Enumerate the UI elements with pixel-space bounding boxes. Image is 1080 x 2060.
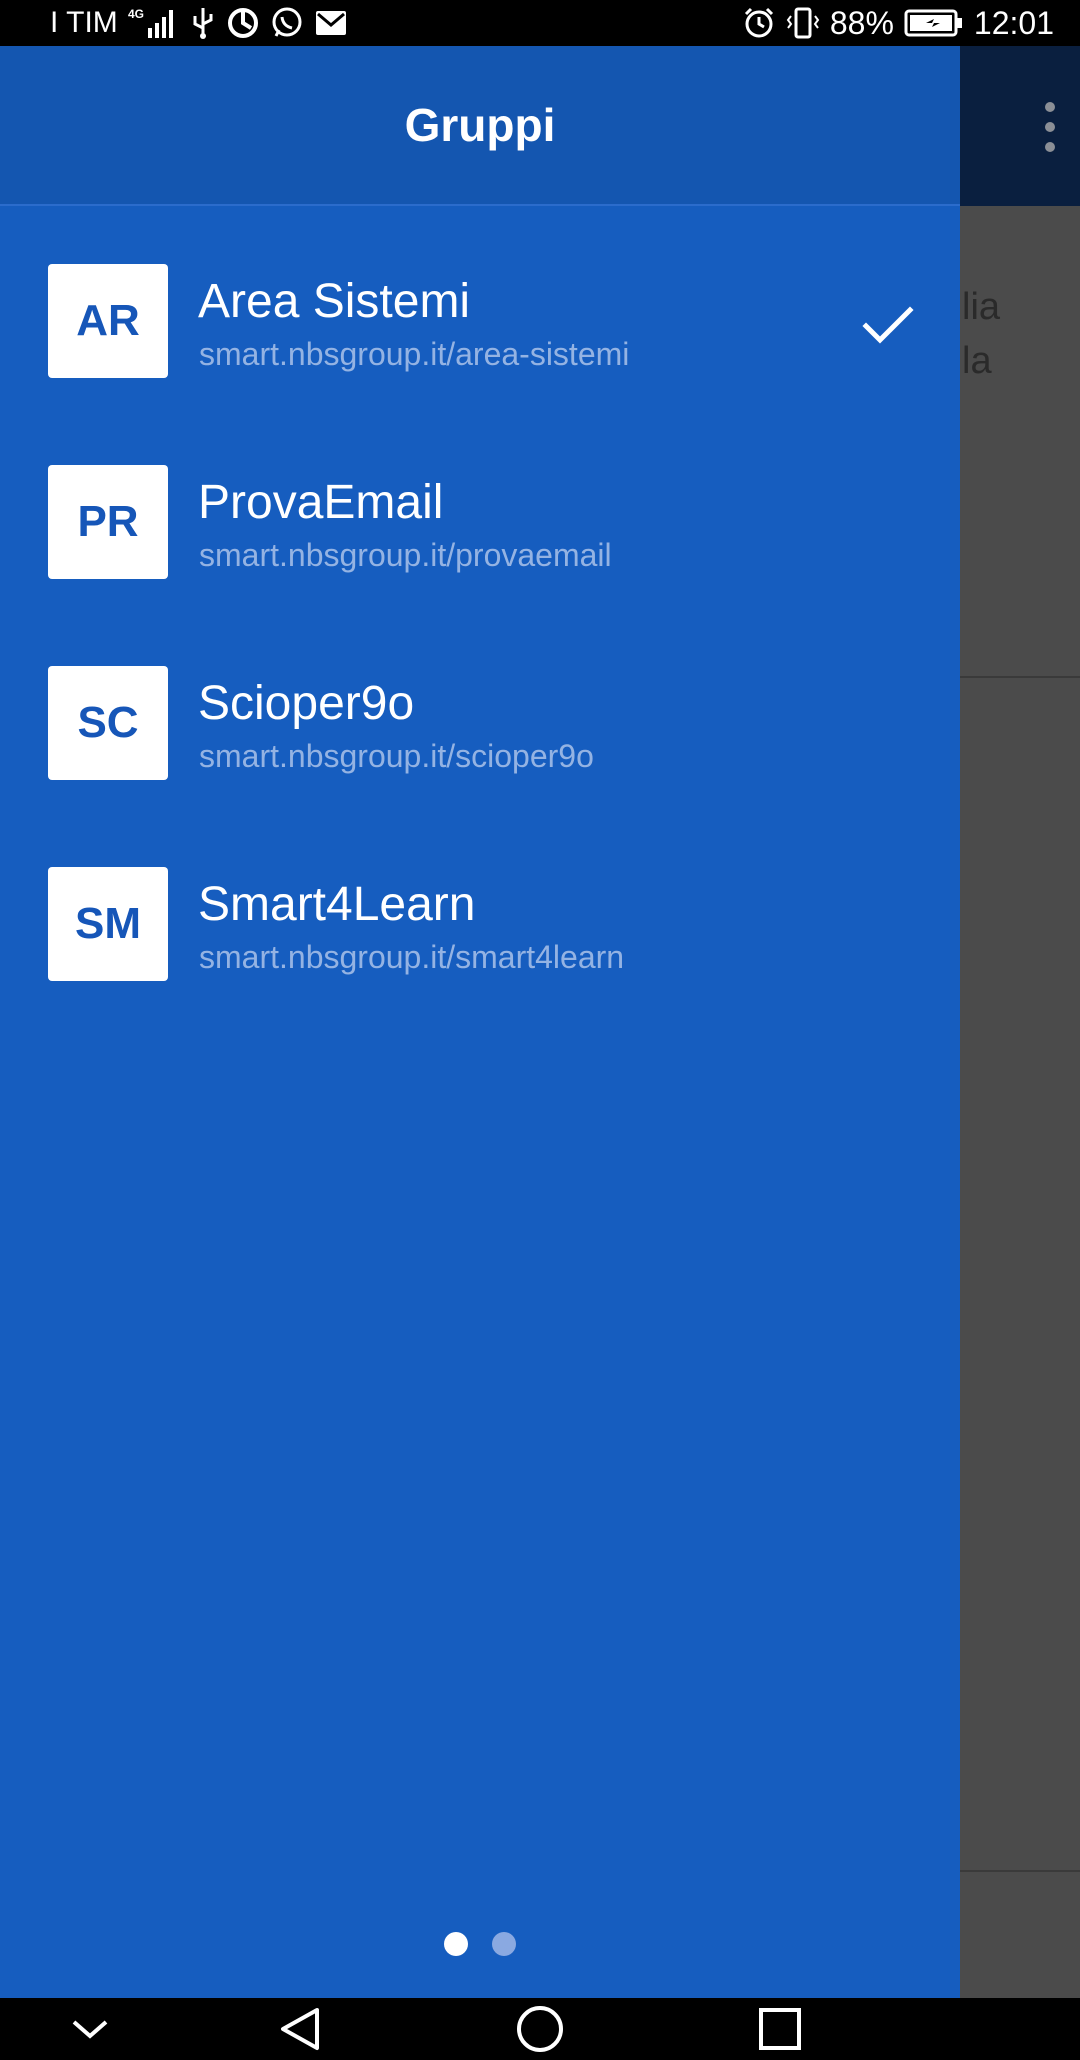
vibrate-icon — [786, 5, 820, 41]
group-item-smart4learn[interactable]: SM Smart4Learn smart.nbsgroup.it/smart4l… — [0, 809, 960, 1010]
drawer-header: Gruppi — [0, 46, 960, 206]
usb-icon — [190, 5, 216, 41]
collapse-icon[interactable] — [64, 2006, 116, 2052]
group-avatar: AR — [48, 264, 168, 378]
page-dot[interactable] — [492, 1932, 516, 1956]
clock: 12:01 — [973, 4, 1054, 41]
home-icon[interactable] — [514, 2006, 566, 2052]
group-name: Smart4Learn — [198, 878, 476, 931]
group-item-area-sistemi[interactable]: AR Area Sistemi smart.nbsgroup.it/area-s… — [0, 206, 960, 407]
group-list: AR Area Sistemi smart.nbsgroup.it/area-s… — [0, 206, 960, 1010]
carrier-label: I TIM — [50, 6, 118, 39]
group-avatar: PR — [48, 465, 168, 579]
group-avatar: SM — [48, 867, 168, 981]
mail-icon — [314, 5, 348, 41]
group-item-scioper9o[interactable]: SC Scioper9o smart.nbsgroup.it/scioper9o — [0, 608, 960, 809]
navigation-bar — [0, 1998, 1080, 2060]
groups-drawer: Gruppi AR Area Sistemi smart.nbsgroup.it… — [0, 46, 960, 1998]
group-name: Area Sistemi — [198, 275, 471, 328]
group-name: Scioper9o — [198, 677, 415, 730]
page-dot-active[interactable] — [444, 1932, 468, 1956]
group-url: smart.nbsgroup.it/smart4learn — [199, 939, 625, 975]
group-url: smart.nbsgroup.it/area-sistemi — [199, 336, 630, 372]
alarm-icon — [742, 5, 776, 41]
background-text: lia la — [962, 280, 1080, 388]
battery-icon — [904, 5, 964, 41]
sync-icon — [226, 5, 260, 41]
whatsapp-icon — [270, 5, 304, 41]
overflow-menu-icon[interactable] — [1038, 102, 1062, 152]
group-avatar: SC — [48, 666, 168, 780]
group-url: smart.nbsgroup.it/scioper9o — [199, 738, 594, 774]
group-name: ProvaEmail — [198, 476, 444, 529]
group-item-provaemail[interactable]: PR ProvaEmail smart.nbsgroup.it/provaema… — [0, 407, 960, 608]
back-icon[interactable] — [274, 2006, 326, 2052]
background-text-line: la — [962, 340, 992, 382]
network-type-label: 4G — [128, 7, 144, 21]
background-text-line: lia — [962, 286, 1001, 328]
signal-icon: 4G — [128, 5, 180, 41]
status-bar: I TIM 4G 88% 12:01 — [0, 0, 1080, 46]
page-indicator — [0, 1932, 960, 1956]
drawer-title: Gruppi — [404, 99, 556, 151]
recents-icon[interactable] — [754, 2006, 806, 2052]
check-icon — [862, 306, 914, 344]
battery-percent: 88% — [829, 4, 894, 41]
group-url: smart.nbsgroup.it/provaemail — [199, 537, 612, 573]
